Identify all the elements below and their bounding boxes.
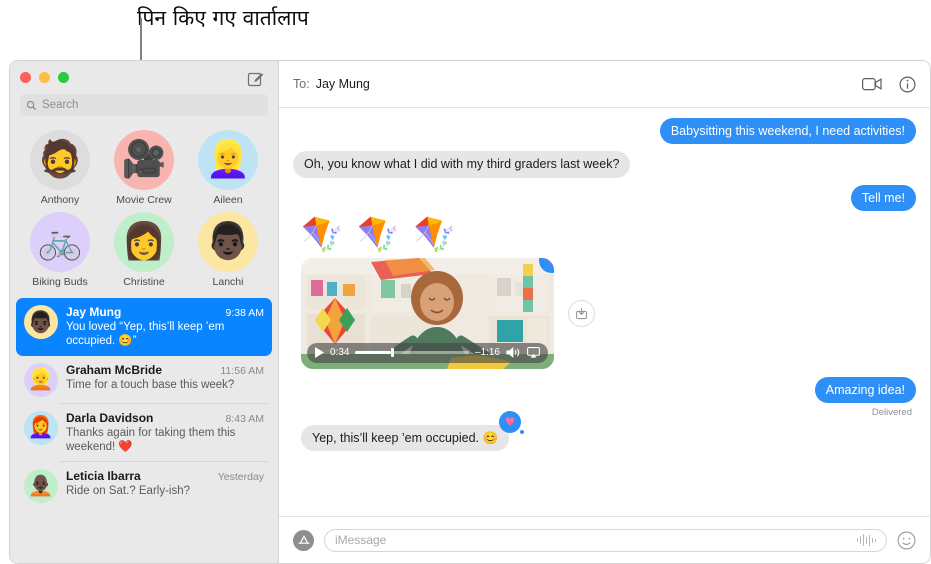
pinned-conversation[interactable]: 🧔 Anthony <box>18 130 102 206</box>
avatar[interactable]: 👱‍♀️ <box>198 130 258 190</box>
conversation-name: Leticia Ibarra <box>66 468 141 483</box>
avatar[interactable]: 🧔 <box>30 130 90 190</box>
chat-header: To: Jay Mung <box>279 61 930 108</box>
traffic-lights <box>20 72 69 83</box>
delivery-status: Delivered <box>871 407 912 418</box>
play-icon[interactable] <box>315 347 324 359</box>
message-row: Babysitting this weekend, I need activit… <box>293 118 921 145</box>
tapback-dot <box>520 430 525 434</box>
message-bubble-incoming[interactable]: Yep, this’ll keep ’em occupied. 😊 <box>296 425 510 452</box>
avatar: 🧑🏿‍🦲 <box>24 468 58 503</box>
airplay-icon[interactable] <box>527 347 540 358</box>
pinned-conversation[interactable]: 🎥 Movie Crew <box>102 130 186 206</box>
audio-waveform-icon[interactable] <box>856 534 876 546</box>
avatar: 👨🏿 <box>24 305 58 339</box>
message-thread: Babysitting this weekend, I need activit… <box>279 108 930 516</box>
video-scrubber[interactable] <box>355 348 469 358</box>
recipient-name[interactable]: Jay Mung <box>316 77 370 91</box>
conversation-time: 8:43 AM <box>225 412 264 425</box>
minimize-button[interactable] <box>39 72 50 83</box>
scrubber-knob[interactable] <box>390 348 394 358</box>
app-store-icon[interactable] <box>293 529 314 551</box>
conversation-name: Graham McBride <box>66 362 163 377</box>
share-download-icon[interactable] <box>568 299 595 327</box>
message-bubble-outgoing[interactable]: Babysitting this weekend, I need activit… <box>659 118 921 145</box>
pinned-conversations: 🧔 Anthony 🎥 Movie Crew 👱‍♀️ Aileen 🚲 Biking Bud… <box>10 124 278 298</box>
conversation-name: Darla Davidson <box>66 410 154 425</box>
avatar: 👩‍🦰 <box>24 410 58 445</box>
scrubber-fill <box>355 351 391 355</box>
conversation-time: 11:56 AM <box>220 364 264 377</box>
message-row: Yep, this’ll keep ’em occupied. 😊 ♥ <box>293 411 916 452</box>
conversation-preview: You loved “Yep, this’ll keep ’em occupie… <box>66 321 225 348</box>
tapback-heart-glyph: ♥ <box>546 258 554 267</box>
avatar[interactable]: 👩 <box>114 212 174 272</box>
chat-pane: To: Jay Mung Babysitting this weekend, I… <box>279 61 930 563</box>
window-titlebar <box>10 61 278 94</box>
video-message-row: 0:34 –1:16 <box>301 257 916 369</box>
pinned-conversation-label: Biking Buds <box>32 276 88 288</box>
pinned-conversation-label: Movie Crew <box>116 194 172 206</box>
pinned-conversation[interactable]: 👱‍♀️ Aileen <box>186 130 270 206</box>
compose-icon[interactable] <box>247 70 264 87</box>
volume-icon[interactable] <box>506 347 521 359</box>
conversation-row[interactable]: 👱 Graham McBride 11:56 AM Time for a touch … <box>16 356 272 404</box>
sidebar: Search 🧔 Anthony 🎥 Movie Crew 👱‍♀️ Aileen 🚲 Bik… <box>10 61 279 563</box>
pinned-conversation[interactable]: 👩 Christine <box>102 212 186 288</box>
search-input[interactable]: Search <box>20 94 268 116</box>
pinned-conversation[interactable]: 👨🏿 Lanchi <box>186 212 270 288</box>
video-message[interactable]: 0:34 –1:16 <box>301 257 554 369</box>
message-bubble-incoming[interactable]: Oh, you know what I did with my third gr… <box>288 151 631 178</box>
pinned-conversation[interactable]: 🚲 Biking Buds <box>18 212 102 288</box>
header-actions <box>862 75 916 93</box>
conversation-row[interactable]: 👨🏿 Jay Mung 9:38 AM You loved “Yep, this’ll… <box>16 298 272 356</box>
pinned-conversation-label: Lanchi <box>212 276 244 288</box>
avatar[interactable]: 🎥 <box>114 130 174 190</box>
pinned-conversation-label: Anthony <box>40 194 80 206</box>
conversation-name: Jay Mung <box>66 305 122 319</box>
conversation-list: 👨🏿 Jay Mung 9:38 AM You loved “Yep, this’ll… <box>10 298 278 563</box>
pinned-conversation-label: Christine <box>123 276 165 288</box>
callout-label: पिन किए गए वार्तालाप <box>137 6 309 30</box>
conversation-preview: Time for a touch base this week? <box>66 378 235 391</box>
conversation-time: Yesterday <box>217 470 264 483</box>
conversation-row[interactable]: 🧑🏿‍🦲 Leticia Ibarra Yesterday Ride on Sat.?… <box>16 462 272 510</box>
info-icon[interactable] <box>899 75 916 93</box>
facetime-video-icon[interactable] <box>862 77 882 91</box>
close-button[interactable] <box>20 72 31 83</box>
video-remaining-time: –1:16 <box>474 347 500 359</box>
video-controls[interactable]: 0:34 –1:16 <box>307 342 548 363</box>
messages-window: Search 🧔 Anthony 🎥 Movie Crew 👱‍♀️ Aileen 🚲 Bik… <box>9 60 931 564</box>
message-input[interactable]: iMessage <box>324 528 887 552</box>
pinned-conversation-label: Aileen <box>213 194 243 206</box>
video-elapsed-time: 0:34 <box>330 347 350 359</box>
message-bubble-outgoing[interactable]: Tell me! <box>850 184 921 212</box>
search-placeholder: Search <box>42 99 79 111</box>
message-row: Amazing idea! <box>293 376 921 404</box>
kite-emoji-message: 🪁🪁🪁 <box>301 214 471 255</box>
conversation-preview: Thanks again for taking them this weeken… <box>66 426 236 454</box>
message-bubble-outgoing[interactable]: Amazing idea! <box>814 376 921 404</box>
avatar[interactable]: 🚲 <box>30 212 90 272</box>
conversation-row[interactable]: 👩‍🦰 Darla Davidson 8:43 AM Thanks again for… <box>16 404 272 462</box>
message-row: Oh, you know what I did with my third gr… <box>288 151 916 178</box>
conversation-preview: Ride on Sat.? Early-ish? <box>66 484 191 497</box>
tapback-heart[interactable]: ♥ <box>499 411 525 434</box>
tapback-heart-glyph: ♥ <box>504 415 516 429</box>
message-input-placeholder: iMessage <box>335 533 387 547</box>
message-group: Babysitting this weekend, I need activit… <box>288 118 921 212</box>
to-label: To: <box>293 77 310 91</box>
avatar[interactable]: 👨🏿 <box>198 212 258 272</box>
avatar: 👱 <box>24 362 58 397</box>
search-container: Search <box>10 94 278 124</box>
zoom-button[interactable] <box>58 72 69 83</box>
conversation-time: 9:38 AM <box>225 307 264 319</box>
message-row: Tell me! <box>293 184 921 212</box>
message-composer: iMessage <box>279 516 930 563</box>
emoji-smiley-icon[interactable] <box>897 531 916 550</box>
search-icon <box>26 100 37 110</box>
